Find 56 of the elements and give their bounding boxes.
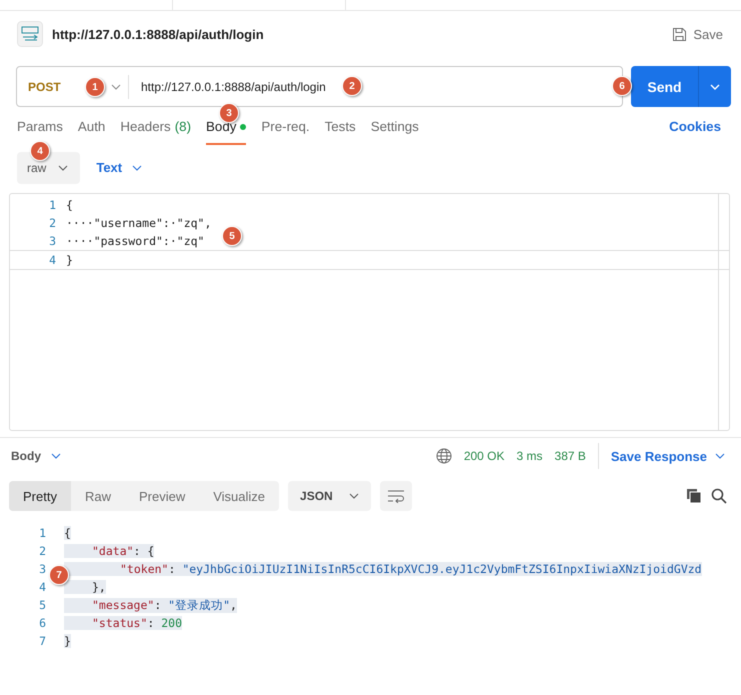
line-number: 4 <box>38 580 46 594</box>
http-icon <box>17 21 43 47</box>
request-title: http://127.0.0.1:8888/api/auth/login <box>52 26 264 42</box>
step-badge: 4 <box>30 141 50 161</box>
line-number: 7 <box>38 634 46 648</box>
url-field[interactable]: http://127.0.0.1:8888/api/auth/login <box>129 80 326 94</box>
step-badge: 2 <box>342 76 362 96</box>
chevron-icon <box>132 164 142 170</box>
copy-icon[interactable] <box>686 488 702 504</box>
view-tab[interactable]: Pretty <box>9 481 71 511</box>
code-line: } <box>65 253 73 267</box>
save-button[interactable]: Save <box>672 26 723 42</box>
chevron-icon <box>58 164 68 170</box>
view-tab[interactable]: Visualize <box>199 481 280 511</box>
line-number: 6 <box>38 616 46 630</box>
request-tab[interactable]: Auth <box>78 119 106 145</box>
response-size: 387 B <box>554 449 586 463</box>
code-line: { <box>65 198 73 212</box>
line-number: 2 <box>38 544 46 558</box>
wrap-lines-icon <box>386 489 405 503</box>
chevron-icon <box>110 84 121 90</box>
step-badge: 7 <box>49 565 69 585</box>
search-icon[interactable] <box>711 488 727 504</box>
request-tab[interactable]: Tests <box>324 119 356 145</box>
step-badge: 6 <box>612 76 632 96</box>
line-number: 2 <box>48 216 56 230</box>
globe-icon[interactable] <box>436 448 452 464</box>
floppy-icon <box>672 26 688 42</box>
line-number: 3 <box>38 562 46 576</box>
cookies-link[interactable]: Cookies <box>669 119 721 145</box>
request-tab[interactable]: Settings <box>370 119 419 145</box>
format-dropdown[interactable]: JSON <box>288 481 371 511</box>
status-code: 200 OK <box>464 449 505 463</box>
wrap-button[interactable] <box>380 481 412 511</box>
save-response-button[interactable]: Save Response <box>610 448 725 464</box>
request-tab[interactable]: Headers (8) <box>120 119 192 145</box>
line-number: 1 <box>38 526 46 540</box>
view-tab[interactable]: Raw <box>70 481 125 511</box>
line-number: 3 <box>48 234 56 248</box>
request-tab[interactable]: Pre-req. <box>261 119 310 145</box>
step-badge: 3 <box>219 103 239 123</box>
step-badge: 1 <box>85 77 105 97</box>
code-line: ····"password":·"zq" <box>65 234 204 248</box>
line-number: 1 <box>48 198 56 212</box>
line-number: 5 <box>38 598 46 612</box>
code-line: ····"username":·"zq", <box>65 216 212 230</box>
response-body-dropdown[interactable]: Body <box>11 449 61 463</box>
chevron-icon <box>715 453 725 459</box>
step-badge: 5 <box>222 226 242 246</box>
view-tab[interactable]: Preview <box>124 481 200 511</box>
chevron-icon <box>710 84 720 90</box>
chevron-icon <box>348 493 359 499</box>
response-time: 3 ms <box>516 449 543 463</box>
line-number: 4 <box>48 253 56 267</box>
body-format-dropdown[interactable]: Text <box>96 160 142 175</box>
chevron-icon <box>51 453 61 459</box>
